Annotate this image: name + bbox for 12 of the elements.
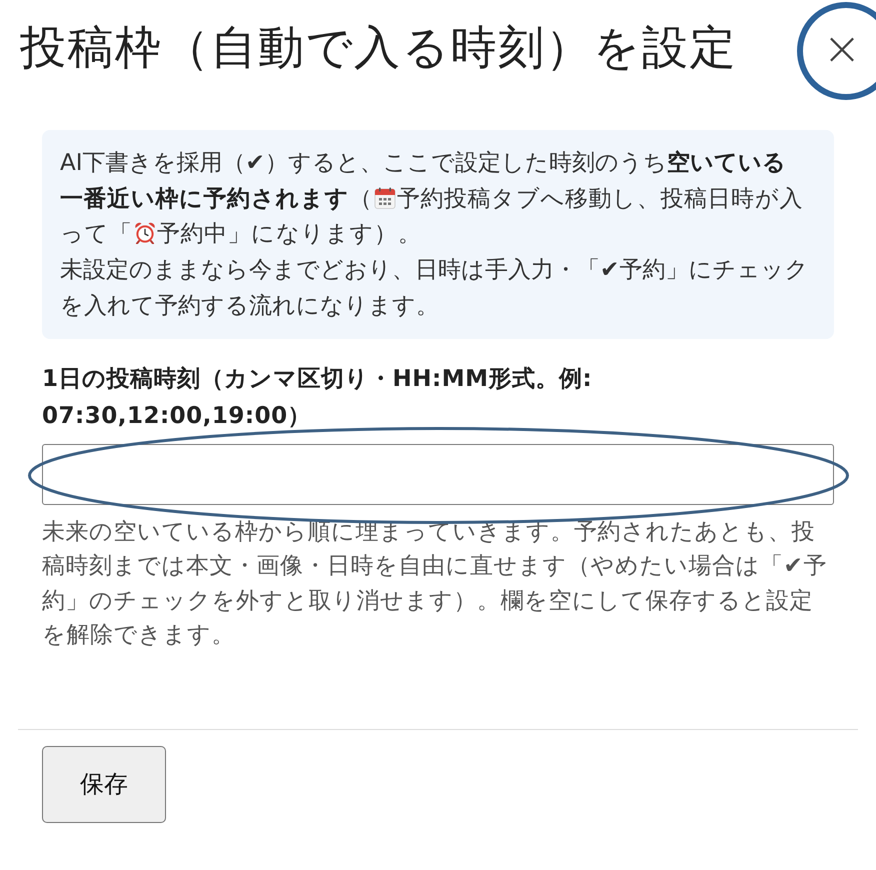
field-label: 1日の投稿時刻（カンマ区切り・HH:MM形式。例: 07:30,12:00,19:00） [42,365,594,431]
notice-text: AI下書きを採用（✔）すると、ここで設定した時刻のうち空いている [60,150,786,176]
calendar-icon [374,186,396,209]
notice-text: 一番近い枠に予約されます（ [60,186,373,212]
dialog-title: 投稿枠（自動で入る時刻）を設定 [20,20,737,76]
save-button[interactable]: 保存 [42,746,166,823]
notice-text: 予約中」になります）。 [156,221,422,248]
notice-text: って「 [60,221,133,248]
notice-text: 予約投稿タブへ移動し、投稿日時が入 [396,186,804,212]
notice-text: 未設定のままなら今までどおり、日時は手入力・「✔予約」にチェックを入れて予約する流れになります。 [60,256,808,319]
input-field[interactable] [42,444,834,505]
alarm-clock-icon [134,222,156,244]
